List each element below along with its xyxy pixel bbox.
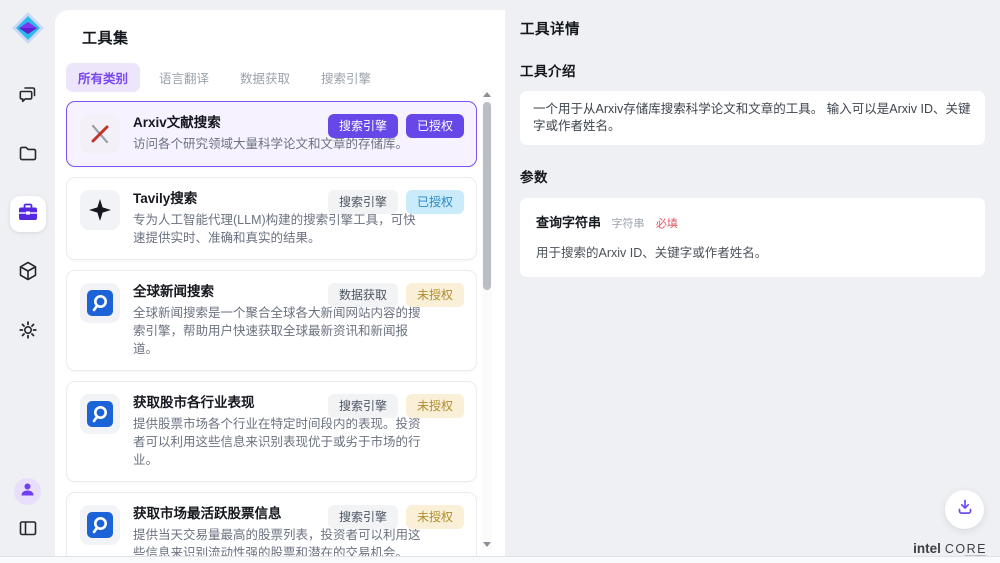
param-header: 查询字符串 字符串 必填	[536, 212, 969, 232]
status-badge: 已授权	[406, 190, 464, 214]
tool-card[interactable]: 全球新闻搜索 全球新闻搜索是一个聚合全球各大新闻网站内容的搜索引擎，帮助用户快速…	[66, 270, 477, 371]
tab-all[interactable]: 所有类别	[66, 63, 140, 92]
sidebar-item-settings[interactable]	[10, 314, 46, 350]
param-description: 用于搜索的Arxiv ID、关键字或作者姓名。	[536, 242, 969, 261]
param-card: 查询字符串 字符串 必填 用于搜索的Arxiv ID、关键字或作者姓名。	[520, 198, 985, 277]
detail-title: 工具详情	[520, 18, 985, 39]
tool-list-panel: 工具集 所有类别语言翻译数据获取搜索引擎 Arxiv文献搜索 访问各个研究领域大…	[55, 10, 505, 556]
cube-icon	[17, 260, 39, 287]
sidebar-item-chat[interactable]	[10, 78, 46, 114]
page-title: 工具集	[55, 10, 505, 48]
qnews-icon	[80, 505, 120, 545]
panel-layout-icon	[17, 526, 39, 543]
param-name: 查询字符串	[536, 215, 601, 230]
qnews-icon	[80, 394, 120, 434]
gear-icon	[17, 319, 39, 346]
sidebar-nav	[10, 78, 46, 350]
sidebar-item-models[interactable]	[10, 255, 46, 291]
category-badge: 搜索引擎	[328, 394, 398, 418]
tab-translate[interactable]: 语言翻译	[147, 63, 221, 92]
tool-description: 提供股票市场各个行业在特定时间段内的表现。投资者可以利用这些信息来识别表现优于或…	[133, 415, 427, 469]
param-required-flag: 必填	[656, 218, 678, 230]
intel-core-logo: intel core Ultra	[913, 541, 987, 556]
tavily-icon	[80, 190, 120, 230]
tab-search[interactable]: 搜索引擎	[309, 63, 383, 92]
sidebar	[0, 0, 55, 556]
intro-card: 一个用于从Arxiv存储库搜索科学论文和文章的工具。 输入可以是Arxiv ID…	[520, 91, 985, 145]
download-icon	[955, 497, 975, 522]
status-badge: 未授权	[406, 283, 464, 307]
scrollbar-thumb[interactable]	[483, 102, 491, 290]
tool-list: Arxiv文献搜索 访问各个研究领域大量科学论文和文章的存储库。 搜索引擎 已授…	[66, 101, 477, 556]
tab-data[interactable]: 数据获取	[228, 63, 302, 92]
status-badge: 未授权	[406, 394, 464, 418]
tool-card[interactable]: Tavily搜索 专为人工智能代理(LLM)构建的搜索引擎工具，可快速提供实时、…	[66, 177, 477, 260]
tool-description: 全球新闻搜索是一个聚合全球各大新闻网站内容的搜索引擎，帮助用户快速获取全球最新资…	[133, 304, 427, 358]
toolbox-icon	[16, 200, 40, 229]
sidebar-item-tools[interactable]	[10, 196, 46, 232]
tool-badges: 搜索引擎 未授权	[328, 505, 464, 529]
status-badge: 未授权	[406, 505, 464, 529]
arxiv-icon	[80, 114, 120, 154]
tool-card[interactable]: 获取市场最活跃股票信息 提供当天交易量最高的股票列表，投资者可以利用这些信息来识…	[66, 492, 477, 556]
category-badge: 搜索引擎	[328, 190, 398, 214]
qnews-icon	[80, 283, 120, 323]
core-wordmark: core	[945, 542, 987, 556]
tool-badges: 搜索引擎 已授权	[328, 114, 464, 138]
sidebar-bottom	[14, 478, 41, 544]
folder-icon	[17, 142, 39, 169]
download-button[interactable]	[945, 490, 984, 529]
scroll-up-arrow[interactable]	[483, 92, 491, 97]
tool-description: 专为人工智能代理(LLM)构建的搜索引擎工具，可快速提供实时、准确和真实的结果。	[133, 211, 427, 247]
tool-card[interactable]: 获取股市各行业表现 提供股票市场各个行业在特定时间段内的表现。投资者可以利用这些…	[66, 381, 477, 482]
tool-detail-panel: 工具详情 工具介绍 一个用于从Arxiv存储库搜索科学论文和文章的工具。 输入可…	[505, 0, 1000, 556]
category-badge: 搜索引擎	[328, 505, 398, 529]
user-icon	[19, 481, 36, 503]
scroll-down-arrow[interactable]	[483, 542, 491, 547]
app-logo-icon	[10, 10, 46, 46]
params-heading: 参数	[520, 166, 985, 186]
intel-wordmark: intel	[913, 541, 941, 556]
tool-card[interactable]: Arxiv文献搜索 访问各个研究领域大量科学论文和文章的存储库。 搜索引擎 已授…	[66, 101, 477, 167]
category-badge: 数据获取	[328, 283, 398, 307]
tool-badges: 搜索引擎 已授权	[328, 190, 464, 214]
status-badge: 已授权	[406, 114, 464, 138]
list-scrollbar[interactable]	[482, 89, 492, 550]
intro-heading: 工具介绍	[520, 60, 985, 80]
sidebar-item-files[interactable]	[10, 137, 46, 173]
user-avatar[interactable]	[14, 478, 41, 505]
param-type: 字符串	[611, 218, 644, 230]
category-tabs: 所有类别语言翻译数据获取搜索引擎	[66, 63, 505, 92]
category-badge: 搜索引擎	[328, 114, 398, 138]
tool-description: 提供当天交易量最高的股票列表，投资者可以利用这些信息来识别流动性强的股票和潜在的…	[133, 526, 427, 556]
tool-badges: 搜索引擎 未授权	[328, 394, 464, 418]
tool-badges: 数据获取 未授权	[328, 283, 464, 307]
window-bottom-strip	[0, 557, 1000, 563]
collapse-panel-button[interactable]	[17, 517, 39, 544]
chat-icon	[17, 83, 39, 110]
